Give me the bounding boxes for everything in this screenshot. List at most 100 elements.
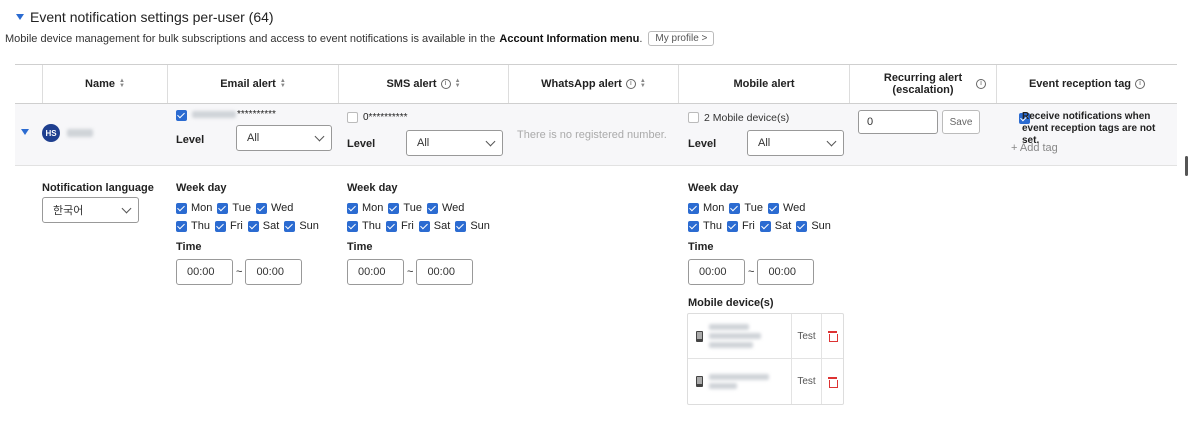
email-masked: ********** <box>237 109 276 120</box>
sms-level-value: All <box>417 137 430 149</box>
email-level-label: Level <box>176 134 205 146</box>
col-email[interactable]: Email alert ▲ ▼ <box>168 65 339 103</box>
day-checkbox[interactable] <box>347 220 358 232</box>
day-mon[interactable]: Mon <box>347 202 383 214</box>
day-sat[interactable]: Sat <box>247 220 279 232</box>
day-tue[interactable]: Tue <box>217 202 251 214</box>
day-fri[interactable]: Fri <box>726 220 755 232</box>
day-fri[interactable]: Fri <box>385 220 414 232</box>
col-recurring: Recurring alert (escalation) i <box>850 65 997 103</box>
day-checkbox[interactable] <box>729 202 741 214</box>
save-button[interactable]: Save <box>942 110 980 134</box>
sort-icon[interactable]: ▲ ▼ <box>455 78 461 89</box>
day-sat[interactable]: Sat <box>759 220 791 232</box>
sms-level-select[interactable]: All <box>406 130 503 156</box>
day-checkbox[interactable] <box>214 220 226 232</box>
time-from-input[interactable]: 00:00 <box>688 259 745 285</box>
delete-device-button[interactable] <box>822 314 843 358</box>
email-alert-checkbox[interactable] <box>176 109 187 121</box>
collapse-caret-icon[interactable] <box>16 14 24 20</box>
day-tue[interactable]: Tue <box>388 202 422 214</box>
mobile-level-value: All <box>758 137 771 149</box>
day-checkbox[interactable] <box>418 220 430 232</box>
day-checkbox[interactable] <box>688 202 699 214</box>
section-title[interactable]: Event notification settings per-user (64… <box>16 9 274 25</box>
day-checkbox[interactable] <box>426 202 438 214</box>
day-checkbox[interactable] <box>284 220 296 232</box>
scrollbar[interactable] <box>1185 156 1188 176</box>
time-label: Time <box>688 241 714 253</box>
time-from-input[interactable]: 00:00 <box>347 259 404 285</box>
day-tue[interactable]: Tue <box>729 202 763 214</box>
info-icon[interactable]: i <box>625 79 636 89</box>
day-checkbox[interactable] <box>176 220 187 232</box>
test-button[interactable]: Test <box>792 359 822 404</box>
day-wed[interactable]: Wed <box>767 202 806 214</box>
time-to-input[interactable]: 00:00 <box>416 259 474 285</box>
day-thu[interactable]: Thu <box>347 220 381 232</box>
day-checkbox[interactable] <box>247 220 259 232</box>
email-days-row1: Mon Tue Wed <box>176 202 319 214</box>
sort-icon[interactable]: ▲ ▼ <box>640 78 646 89</box>
col-sms[interactable]: SMS alert i ▲ ▼ <box>339 65 509 103</box>
add-tag-button[interactable]: + Add tag <box>1011 142 1058 154</box>
delete-device-button[interactable] <box>822 359 843 404</box>
day-fri[interactable]: Fri <box>214 220 243 232</box>
day-wed[interactable]: Wed <box>426 202 465 214</box>
email-level-select[interactable]: All <box>236 125 332 151</box>
col-whatsapp[interactable]: WhatsApp alert i ▲ ▼ <box>509 65 679 103</box>
day-thu[interactable]: Thu <box>688 220 722 232</box>
language-select[interactable]: 한국어 <box>42 197 139 223</box>
recurring-input[interactable]: 0 <box>858 110 938 134</box>
day-label: Wed <box>441 202 465 214</box>
day-sat[interactable]: Sat <box>418 220 450 232</box>
sort-icon[interactable]: ▲ ▼ <box>119 78 125 89</box>
day-checkbox[interactable] <box>759 220 771 232</box>
day-checkbox[interactable] <box>388 202 400 214</box>
email-days-row2: Thu Fri Sat Sun <box>176 220 319 232</box>
expand-row-icon[interactable] <box>21 129 29 135</box>
sms-schedule: Week day Mon Tue Wed Thu Fri Sat Sun Tim… <box>347 182 490 285</box>
day-checkbox[interactable] <box>255 202 267 214</box>
day-sun[interactable]: Sun <box>455 220 490 232</box>
day-checkbox[interactable] <box>726 220 738 232</box>
mobile-alert-checkbox[interactable] <box>688 112 699 123</box>
day-label: Mon <box>362 202 384 214</box>
day-label: Thu <box>703 220 722 232</box>
day-mon[interactable]: Mon <box>176 202 212 214</box>
weekday-label: Week day <box>347 182 398 194</box>
day-checkbox[interactable] <box>385 220 397 232</box>
test-button[interactable]: Test <box>792 314 822 358</box>
day-wed[interactable]: Wed <box>255 202 293 214</box>
day-checkbox[interactable] <box>796 220 808 232</box>
day-checkbox[interactable] <box>767 202 779 214</box>
day-mon[interactable]: Mon <box>688 202 724 214</box>
info-icon[interactable]: i <box>1135 79 1146 89</box>
info-icon[interactable]: i <box>976 79 986 89</box>
sort-icon[interactable]: ▲ ▼ <box>280 78 286 89</box>
sms-alert-checkbox[interactable] <box>347 112 358 123</box>
day-checkbox[interactable] <box>688 220 699 232</box>
day-checkbox[interactable] <box>176 202 187 214</box>
mobile-device-count: 2 Mobile device(s) <box>704 112 790 124</box>
day-sun[interactable]: Sun <box>284 220 319 232</box>
day-checkbox[interactable] <box>217 202 229 214</box>
day-label: Wed <box>782 202 806 214</box>
day-checkbox[interactable] <box>455 220 467 232</box>
device-name-blurred <box>709 374 769 389</box>
time-from-input[interactable]: 00:00 <box>176 259 233 285</box>
mobile-time-range: 00:00 ~ 00:00 <box>688 259 831 285</box>
info-icon[interactable]: i <box>440 79 451 89</box>
col-name[interactable]: Name ▲ ▼ <box>43 65 168 103</box>
day-thu[interactable]: Thu <box>176 220 210 232</box>
my-profile-button[interactable]: My profile > <box>648 31 715 46</box>
time-to-input[interactable]: 00:00 <box>245 259 303 285</box>
day-checkbox[interactable] <box>347 202 358 214</box>
day-sun[interactable]: Sun <box>796 220 831 232</box>
sms-days-row2: Thu Fri Sat Sun <box>347 220 490 232</box>
time-to-input[interactable]: 00:00 <box>757 259 815 285</box>
mobile-level-select[interactable]: All <box>747 130 844 156</box>
email-time-range: 00:00 ~ 00:00 <box>176 259 319 285</box>
language-value: 한국어 <box>53 205 84 217</box>
day-label: Mon <box>191 202 213 214</box>
